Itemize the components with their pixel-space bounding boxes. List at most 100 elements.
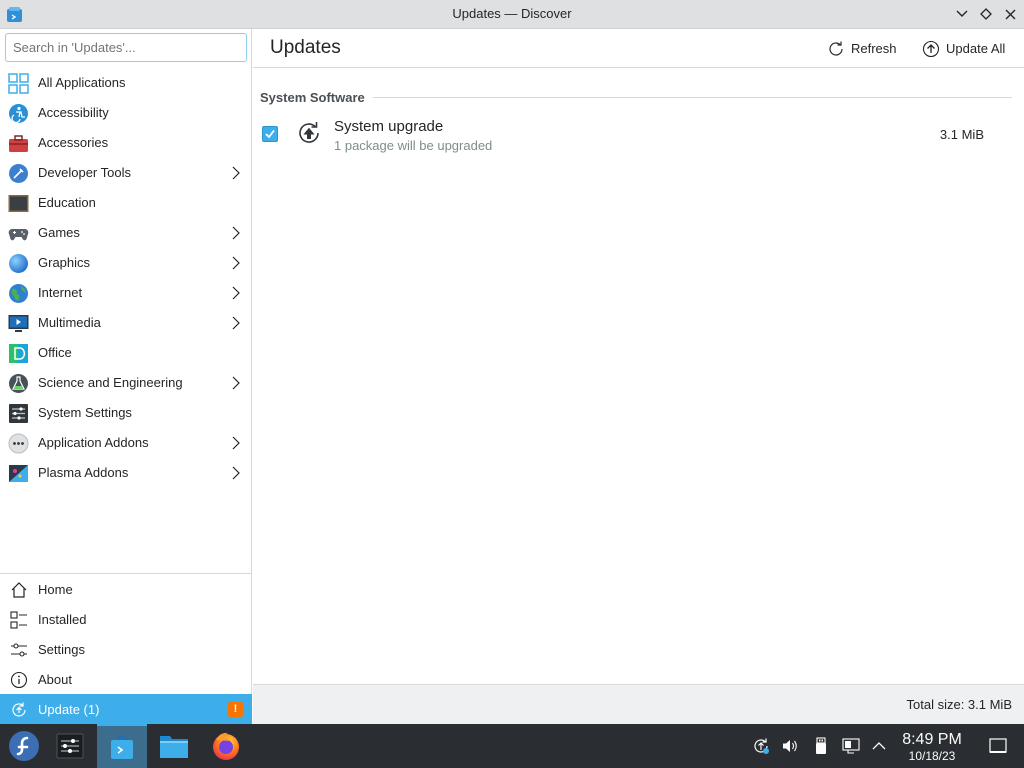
category-label: Developer Tools (38, 165, 131, 180)
category-label: System Settings (38, 405, 132, 420)
update-all-icon (922, 40, 940, 57)
close-button[interactable] (1001, 5, 1019, 23)
update-checkbox[interactable] (262, 126, 278, 142)
chevron-right-icon (232, 376, 240, 390)
category-label: Science and Engineering (38, 375, 183, 390)
office-icon (9, 344, 28, 363)
window-titlebar[interactable]: Updates — Discover (0, 0, 1024, 29)
chevron-right-icon (232, 466, 240, 480)
info-icon (10, 671, 28, 689)
category-developer-tools[interactable]: Developer Tools (0, 158, 252, 188)
category-label: Multimedia (38, 315, 101, 330)
tray-expand[interactable] (870, 737, 888, 755)
category-internet[interactable]: Internet (0, 278, 252, 308)
category-science-engineering[interactable]: Science and Engineering (0, 368, 252, 398)
nav-about-label: About (38, 672, 72, 687)
category-games[interactable]: Games (0, 218, 252, 248)
settings-sliders-icon (11, 643, 27, 657)
addons-dots-icon (8, 433, 29, 454)
update-icon (12, 702, 26, 717)
update-description: 1 package will be upgraded (334, 138, 493, 153)
application-launcher-button[interactable] (0, 724, 48, 768)
show-desktop-icon (989, 738, 1007, 753)
chevron-right-icon (232, 256, 240, 270)
category-list: All Applications Accessibility Accessori… (0, 68, 252, 488)
category-all-applications[interactable]: All Applications (0, 68, 252, 98)
chevron-up-icon (872, 742, 886, 750)
section-header: System Software (260, 90, 1012, 105)
category-accessories[interactable]: Accessories (0, 128, 252, 158)
nav-settings-label: Settings (38, 642, 85, 657)
update-all-label: Update All (946, 41, 1006, 56)
category-label: Accessibility (38, 105, 109, 120)
page-title: Updates (270, 37, 341, 58)
firefox-icon (213, 732, 239, 760)
diamond-icon (980, 8, 992, 20)
graphics-sphere-icon (9, 254, 28, 273)
taskbar-discover[interactable] (97, 724, 147, 768)
nav-update-label: Update (1) (38, 702, 100, 717)
system-settings-icon (56, 733, 84, 759)
category-plasma-addons[interactable]: Plasma Addons (0, 458, 252, 488)
home-icon (11, 582, 27, 598)
tray-updates[interactable] (752, 737, 770, 755)
category-office[interactable]: Office (0, 338, 252, 368)
update-name: System upgrade (334, 118, 444, 135)
chalkboard-icon (8, 195, 29, 212)
folder-icon (160, 736, 188, 758)
taskbar-file-manager[interactable] (150, 724, 198, 768)
taskbar-firefox[interactable] (202, 724, 250, 768)
gamepad-icon (8, 229, 29, 241)
bottom-navigation: Home Installed Settings About Update (1)… (0, 573, 252, 724)
chevron-right-icon (232, 286, 240, 300)
grid-icon (8, 73, 29, 94)
chevron-right-icon (232, 226, 240, 240)
network-wired-icon (842, 738, 860, 754)
category-graphics[interactable]: Graphics (0, 248, 252, 278)
category-system-settings[interactable]: System Settings (0, 398, 252, 428)
category-education[interactable]: Education (0, 188, 252, 218)
plasma-addons-icon (9, 465, 28, 482)
nav-about[interactable]: About (0, 664, 252, 694)
taskbar-system-settings[interactable] (46, 724, 94, 768)
minimize-button[interactable] (953, 5, 971, 23)
chevron-down-icon (956, 10, 968, 17)
search-input[interactable] (5, 33, 247, 62)
developer-tools-icon (9, 164, 28, 183)
refresh-button[interactable]: Refresh (827, 36, 897, 61)
category-label: Games (38, 225, 80, 240)
system-settings-icon (9, 404, 28, 423)
tray-storage[interactable] (812, 737, 830, 755)
taskbar: 8:49 PM 10/18/23 (0, 724, 1024, 768)
update-item[interactable]: System upgrade 1 package will be upgrade… (253, 113, 1024, 157)
speaker-icon (783, 740, 797, 752)
checkmark-icon (265, 129, 275, 139)
fedora-logo-icon (9, 731, 39, 761)
clock[interactable]: 8:49 PM 10/18/23 (896, 731, 968, 763)
category-label: Accessories (38, 135, 109, 150)
category-label: Plasma Addons (38, 465, 129, 480)
category-label: Application Addons (38, 435, 149, 450)
category-label: Graphics (38, 255, 91, 270)
update-notifier-icon (754, 738, 769, 754)
clock-time: 8:49 PM (902, 731, 962, 748)
usb-drive-icon (816, 737, 826, 754)
show-desktop-button[interactable] (989, 737, 1007, 755)
tray-volume[interactable] (781, 737, 799, 755)
nav-installed[interactable]: Installed (0, 604, 252, 634)
chevron-right-icon (232, 166, 240, 180)
updates-content: System Software System upgrade 1 package… (253, 69, 1024, 684)
nav-settings[interactable]: Settings (0, 634, 252, 664)
category-multimedia[interactable]: Multimedia (0, 308, 252, 338)
maximize-button[interactable] (977, 5, 995, 23)
chevron-right-icon (232, 436, 240, 450)
update-all-button[interactable]: Update All (922, 36, 1005, 61)
nav-update[interactable]: Update (1) ! (0, 694, 252, 724)
nav-home[interactable]: Home (0, 574, 252, 604)
sidebar: All Applications Accessibility Accessori… (0, 29, 252, 724)
category-accessibility[interactable]: Accessibility (0, 98, 252, 128)
category-label: Internet (38, 285, 83, 300)
category-application-addons[interactable]: Application Addons (0, 428, 252, 458)
section-title: System Software (260, 90, 365, 105)
tray-network[interactable] (842, 737, 860, 755)
